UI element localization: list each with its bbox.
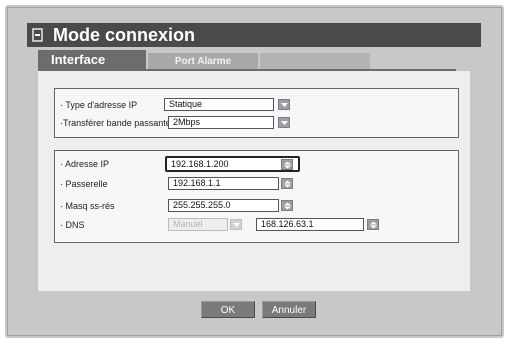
dns-mode-select[interactable]: Manuel [168,218,228,231]
bandwidth-label: ·Transférer bande passante [60,118,171,128]
chevron-down-icon [233,223,240,227]
bandwidth-label-text: Transférer bande passante [63,118,171,128]
dns-spin-button[interactable] [367,219,379,230]
subnet-spin-button[interactable] [281,200,293,211]
dns-input[interactable]: 168.126.63.1 [256,218,364,231]
ip-type-select[interactable]: Statique [164,98,274,111]
ip-type-label-text: Type d'adresse IP [65,100,138,110]
network-icon [32,28,44,42]
gateway-spin-button[interactable] [281,178,293,189]
dns-label: · DNS [60,220,85,230]
ok-button[interactable]: OK [201,301,255,318]
ip-address-input[interactable]: 192.168.1.200 [165,156,300,172]
ip-address-label: · Adresse IP [60,159,110,169]
stepper-icon [284,202,291,210]
cancel-button[interactable]: Annuler [262,301,316,318]
stepper-icon [284,161,291,169]
stepper-icon [284,180,291,188]
interface-section [54,88,459,138]
dialog-title: Mode connexion [53,25,196,45]
subnet-input[interactable]: 255.255.255.0 [168,199,279,212]
dns-mode-dropdown-button[interactable] [230,219,242,230]
subnet-label: · Masq ss-rés [60,201,115,211]
gateway-label: · Passerelle [60,179,108,189]
stepper-icon [370,221,377,229]
title-bar: Mode connexion [27,23,481,47]
subnet-label-text: Masq ss-rés [65,201,115,211]
bandwidth-dropdown-button[interactable] [278,117,290,128]
ip-type-label: · Type d'adresse IP [60,100,138,110]
bandwidth-select[interactable]: 2Mbps [168,116,274,129]
chevron-down-icon [281,103,288,107]
tab-interface[interactable]: Interface [38,50,146,69]
gateway-label-text: Passerelle [65,179,108,189]
ip-type-dropdown-button[interactable] [278,99,290,110]
dns-label-text: DNS [65,220,85,230]
ip-address-label-text: Adresse IP [65,159,110,169]
gateway-input[interactable]: 192.168.1.1 [168,177,279,190]
ip-address-spin-button[interactable] [281,159,293,170]
chevron-down-icon [281,121,288,125]
